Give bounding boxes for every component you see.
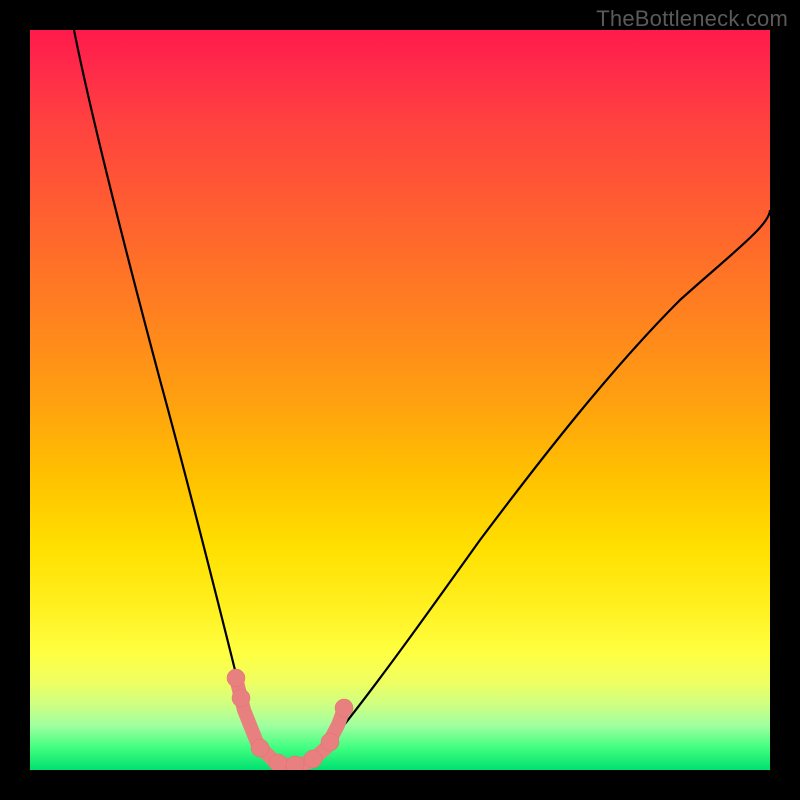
chart-frame: TheBottleneck.com — [0, 0, 800, 800]
highlight-dot — [227, 669, 245, 687]
curves-svg — [30, 30, 770, 770]
left-curve — [74, 30, 292, 770]
highlight-dot — [251, 739, 269, 757]
right-curve — [292, 210, 770, 770]
highlight-dot — [269, 754, 287, 770]
highlight-dot — [232, 689, 250, 707]
watermark-text: TheBottleneck.com — [596, 6, 788, 32]
highlight-dot — [321, 733, 339, 751]
highlight-dot — [335, 699, 353, 717]
plot-area — [30, 30, 770, 770]
highlight-dot — [304, 750, 322, 768]
